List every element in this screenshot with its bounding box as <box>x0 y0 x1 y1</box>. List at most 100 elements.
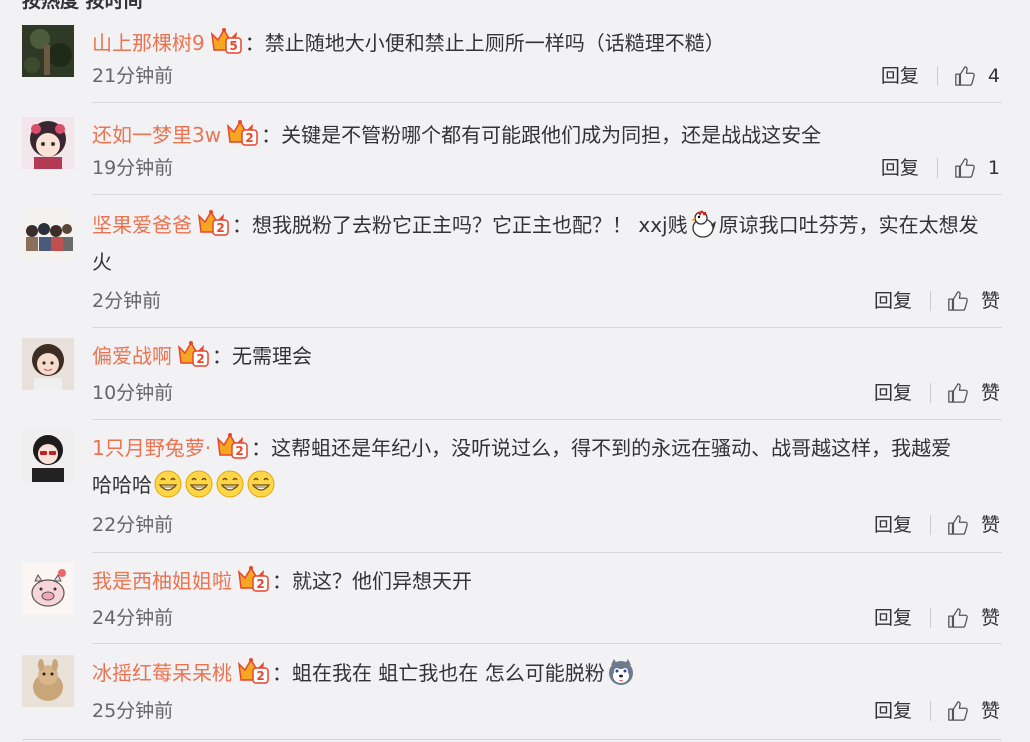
reply-button[interactable]: 回复 <box>881 63 919 89</box>
comment-text: 就这？他们异想天开 <box>292 569 472 593</box>
colon: ： <box>251 436 272 460</box>
comment-actions: 回复 赞 <box>874 512 1000 538</box>
vip-level-label: 2 <box>196 352 204 366</box>
comment-actions: 回复 赞 <box>874 380 1000 406</box>
vip-level-label: 2 <box>216 221 224 235</box>
chicken-emoji-icon <box>689 209 719 239</box>
vip-crown-badge-icon[interactable]: 2 <box>176 339 210 369</box>
vip-level-label: 2 <box>235 444 243 458</box>
like-label: 赞 <box>980 290 1000 312</box>
like-button[interactable]: 4 <box>954 63 1000 89</box>
comment-actions: 回复 赞 <box>874 605 1000 631</box>
vip-crown-badge-icon[interactable]: 2 <box>225 118 259 148</box>
comment-text-continued: 原谅我口吐芬芳，实在太想发 <box>718 213 979 237</box>
like-button[interactable]: 赞 <box>947 288 1000 314</box>
action-separator <box>929 701 931 721</box>
colon: ： <box>232 213 252 237</box>
timestamp: 21分钟前 <box>92 65 174 87</box>
reply-button[interactable]: 回复 <box>874 288 912 314</box>
sort-tabs-cut: 按热度 按时间 <box>22 0 143 12</box>
comment-actions: 回复 1 <box>881 155 1000 181</box>
avatar[interactable] <box>22 338 74 390</box>
comment-line: 1只月野兔萝· 2 ：这帮蛆还是年纪小，没听说过么，得不到的永远在骚动、战哥越这样，… <box>92 430 1000 504</box>
action-separator <box>929 608 931 628</box>
username-link[interactable]: 1只月野兔萝· <box>92 436 211 460</box>
comment-divider <box>92 419 1002 420</box>
grin-emoji-icon <box>246 469 276 499</box>
comment-divider <box>92 552 1002 553</box>
vip-level-label: 5 <box>229 39 237 53</box>
comment-line: 山上那棵树9 5 ：禁止随地大小便和禁止上厕所一样吗（话糙理不糙） <box>92 25 1000 62</box>
reply-button[interactable]: 回复 <box>874 512 912 538</box>
husky-emoji-icon <box>606 657 636 687</box>
comment-text-line2: 火 <box>92 250 112 274</box>
vip-level-label: 2 <box>256 577 264 591</box>
action-separator <box>936 66 938 86</box>
comment-divider <box>92 102 1002 103</box>
like-label: 赞 <box>980 700 1000 722</box>
like-button[interactable]: 赞 <box>947 380 1000 406</box>
thumbs-up-icon <box>948 515 968 535</box>
comment-text: 这帮蛆还是年纪小，没听说过么，得不到的永远在骚动、战哥越这样，我越爱 <box>271 436 952 460</box>
vip-crown-badge-icon[interactable]: 2 <box>196 208 230 238</box>
like-button[interactable]: 赞 <box>947 698 1000 724</box>
avatar[interactable] <box>22 655 74 707</box>
username-link[interactable]: 偏爱战啊 <box>92 344 172 368</box>
colon: ： <box>261 123 282 147</box>
action-separator <box>929 291 931 311</box>
comment-line: 偏爱战啊 2 ：无需理会 <box>92 338 1000 375</box>
avatar[interactable] <box>22 117 74 169</box>
colon: ： <box>272 569 292 593</box>
reply-button[interactable]: 回复 <box>874 698 912 724</box>
comment-text: 关键是不管粉哪个都有可能跟他们成为同担，还是战战这安全 <box>281 123 822 147</box>
comment-divider <box>92 327 1002 328</box>
grin-emoji-icon <box>153 469 183 499</box>
grin-emoji-icon <box>184 469 214 499</box>
reply-button[interactable]: 回复 <box>881 155 919 181</box>
username-link[interactable]: 坚果爱爸爸 <box>92 213 192 237</box>
vip-crown-badge-icon[interactable]: 5 <box>209 26 243 56</box>
timestamp: 10分钟前 <box>92 382 174 404</box>
thumbs-up-icon <box>948 291 968 311</box>
like-button[interactable]: 赞 <box>947 605 1000 631</box>
vip-crown-badge-icon[interactable]: 2 <box>236 656 270 686</box>
vip-crown-badge-icon[interactable]: 2 <box>215 431 249 461</box>
comment-text-line2: 哈哈哈 <box>92 473 152 497</box>
timestamp: 24分钟前 <box>92 607 174 629</box>
username-link[interactable]: 冰摇红莓呆呆桃 <box>92 661 232 685</box>
reply-button[interactable]: 回复 <box>874 380 912 406</box>
action-separator <box>929 383 931 403</box>
comment-line: 还如一梦里3w 2 ：关键是不管粉哪个都有可能跟他们成为同担，还是战战这安全 <box>92 117 1000 154</box>
comment-line: 冰摇红莓呆呆桃 2 ：蛆在我在 蛆亡我也在 怎么可能脱粉 <box>92 655 1000 692</box>
vip-level-label: 2 <box>245 131 253 145</box>
comment-text: 无需理会 <box>232 344 312 368</box>
comment-actions: 回复 赞 <box>874 288 1000 314</box>
like-count: 1 <box>987 157 1000 179</box>
action-separator <box>929 515 931 535</box>
thumbs-up-icon <box>955 66 975 86</box>
like-button[interactable]: 赞 <box>947 512 1000 538</box>
reply-button[interactable]: 回复 <box>874 605 912 631</box>
comment-actions: 回复 赞 <box>874 698 1000 724</box>
colon: ： <box>244 31 265 55</box>
thumbs-up-icon <box>948 383 968 403</box>
avatar[interactable] <box>22 430 74 482</box>
vip-crown-badge-icon[interactable]: 2 <box>236 564 270 594</box>
like-button[interactable]: 1 <box>954 155 1000 181</box>
colon: ： <box>272 661 292 685</box>
avatar[interactable] <box>22 563 74 615</box>
thumbs-up-icon <box>948 608 968 628</box>
avatar[interactable] <box>22 207 74 259</box>
comment-divider <box>92 194 1002 195</box>
username-link[interactable]: 我是西柚姐姐啦 <box>92 569 232 593</box>
username-link[interactable]: 还如一梦里3w <box>92 123 221 147</box>
comment-divider <box>92 643 1002 644</box>
grin-emoji-icon <box>215 469 245 499</box>
thumbs-up-icon <box>955 158 975 178</box>
timestamp: 25分钟前 <box>92 700 174 722</box>
like-label: 赞 <box>980 382 1000 404</box>
comment-text: 禁止随地大小便和禁止上厕所一样吗（话糙理不糙） <box>264 31 725 55</box>
like-label: 赞 <box>980 607 1000 629</box>
username-link[interactable]: 山上那棵树9 <box>92 31 205 55</box>
avatar[interactable] <box>22 25 74 77</box>
